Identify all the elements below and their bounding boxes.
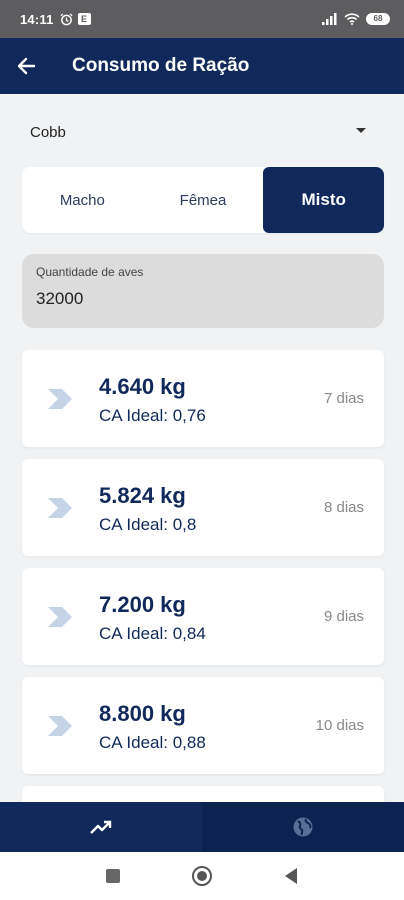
recents-icon[interactable] [105,868,121,884]
trending-up-icon [90,820,112,834]
chevron-arrow-icon [48,716,72,736]
system-navigation-bar [0,852,404,900]
app-bar: Consumo de Ração [0,38,404,94]
dropdown-caret-icon [356,128,366,133]
feed-amount: 7.200 kg [99,592,186,617]
ca-ideal: CA Ideal: 0,88 [99,733,206,752]
bottom-navigation [0,802,404,852]
chevron-arrow-icon [48,498,72,518]
battery-icon: 68 [366,13,390,25]
tab-globe[interactable] [202,802,404,852]
globe-icon [293,817,313,837]
tab-consumption[interactable] [0,802,202,852]
bird-quantity-label: Quantidade de aves [36,265,144,279]
sex-segmented-control: Macho Fêmea Misto [22,167,384,233]
age-days: 10 dias [315,717,364,734]
ca-ideal: CA Ideal: 0,76 [99,406,206,425]
wifi-icon [344,13,360,25]
back-button[interactable] [0,38,54,94]
back-icon[interactable] [283,867,299,885]
status-bar: 14:11 E 68 [0,0,404,38]
feed-amount: 8.800 kg [99,701,186,726]
list-item[interactable]: 4.640 kg CA Ideal: 0,76 7 dias [22,350,384,447]
age-days: 7 dias [323,390,364,407]
segment-macho[interactable]: Macho [22,167,143,233]
list-item[interactable]: 5.824 kg CA Ideal: 0,8 8 dias [22,459,384,556]
bird-quantity-value[interactable]: 32000 [36,289,370,309]
age-days: 9 dias [323,608,364,625]
segment-misto[interactable]: Misto [263,167,384,233]
bird-quantity-field[interactable]: Quantidade de aves 32000 [22,254,384,328]
list-item[interactable]: 7.200 kg CA Ideal: 0,84 9 dias [22,568,384,665]
lineage-selected-value: Cobb [30,123,66,141]
signal-icon [322,13,337,25]
segment-femea[interactable]: Fêmea [143,167,264,233]
feed-amount: 4.640 kg [99,374,186,399]
alarm-icon [60,12,73,25]
lineage-dropdown[interactable]: Cobb [22,112,382,152]
list-item[interactable]: 8.800 kg CA Ideal: 0,88 10 dias [22,677,384,774]
chevron-arrow-icon [48,607,72,627]
notification-badge-icon: E [77,13,91,25]
chevron-arrow-icon [48,389,72,409]
back-arrow-icon [17,57,36,75]
ca-ideal: CA Ideal: 0,8 [99,515,197,534]
page-title: Consumo de Ração [72,55,250,76]
ca-ideal: CA Ideal: 0,84 [99,624,206,643]
status-time: 14:11 [20,11,54,27]
feed-amount: 5.824 kg [99,483,186,508]
age-days: 8 dias [323,499,364,516]
home-icon[interactable] [191,865,213,887]
